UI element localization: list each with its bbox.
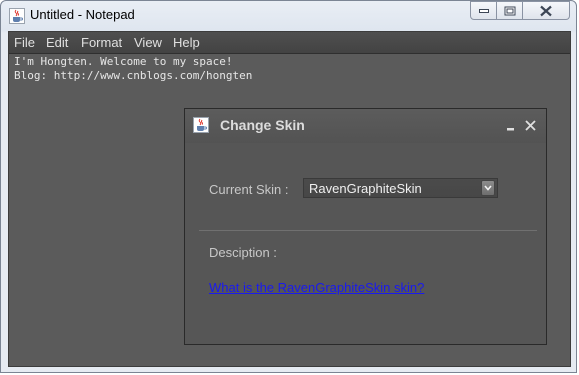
dialog-close-icon[interactable] [524, 118, 538, 132]
java-cup-icon [9, 8, 25, 24]
dialog-minimize-icon[interactable] [505, 118, 517, 132]
chevron-down-icon[interactable] [481, 180, 495, 196]
close-button[interactable] [523, 1, 570, 20]
menu-edit[interactable]: Edit [46, 35, 68, 50]
skin-info-link[interactable]: What is the RavenGraphiteSkin skin? [209, 280, 424, 295]
editor-line: Blog: http://www.cnblogs.com/hongten [14, 69, 253, 82]
menu-file[interactable]: File [14, 35, 35, 50]
menu-view[interactable]: View [134, 35, 162, 50]
dialog-title: Change Skin [220, 117, 305, 133]
window-title: Untitled - Notepad [30, 7, 135, 22]
divider [199, 230, 537, 231]
skin-select[interactable]: RavenGraphiteSkin [303, 178, 498, 198]
maximize-button[interactable] [497, 1, 523, 20]
menu-bar: File Edit Format View Help [9, 32, 570, 54]
description-label: Desciption : [209, 245, 277, 260]
skin-select-value: RavenGraphiteSkin [309, 181, 422, 196]
minimize-button[interactable] [470, 1, 497, 20]
java-cup-icon [193, 117, 209, 133]
current-skin-label: Current Skin : [209, 182, 289, 197]
menu-help[interactable]: Help [173, 35, 200, 50]
menu-format[interactable]: Format [81, 35, 122, 50]
editor-line: I'm Hongten. Welcome to my space! [14, 55, 233, 68]
title-bar[interactable]: Untitled - Notepad [1, 1, 576, 31]
change-skin-dialog: Change Skin Current Skin : RavenGraphite… [184, 108, 547, 345]
dialog-title-bar[interactable]: Change Skin [185, 109, 546, 143]
